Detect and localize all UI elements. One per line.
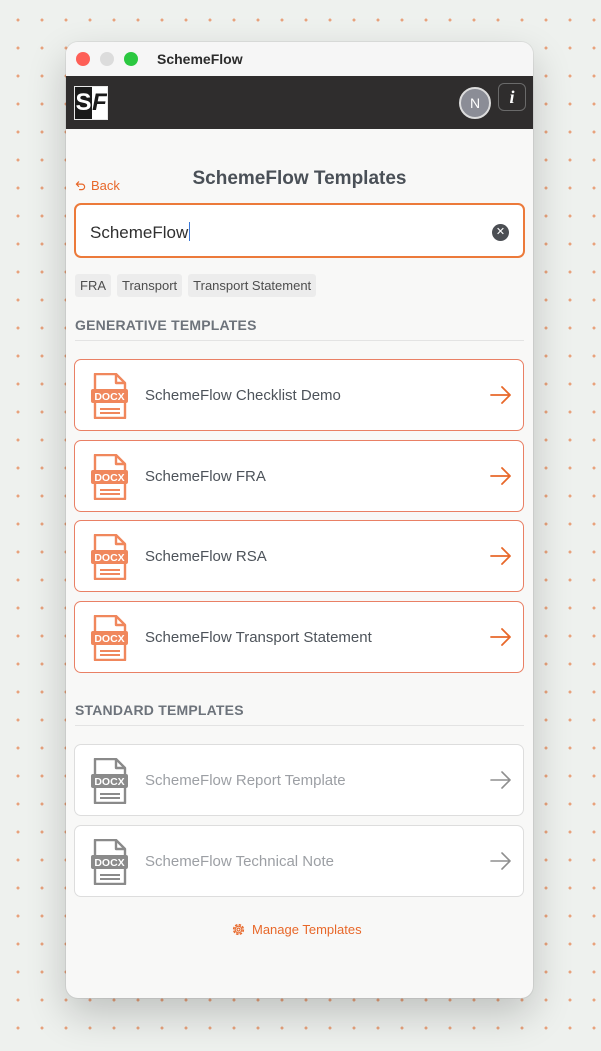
- docx-file-icon: DOCX: [91, 615, 128, 661]
- search-input[interactable]: SchemeFlow ✕: [74, 203, 525, 258]
- arrow-right-icon: [490, 628, 511, 646]
- arrow-right-icon: [490, 771, 511, 789]
- filter-chip-fra[interactable]: FRA: [75, 274, 111, 297]
- template-card[interactable]: DOCX SchemeFlow RSA: [74, 520, 524, 592]
- text-caret: [189, 222, 191, 241]
- generative-templates-heading: GENERATIVE TEMPLATES: [75, 317, 524, 341]
- window-title: SchemeFlow: [157, 51, 243, 67]
- standard-templates-heading: STANDARD TEMPLATES: [75, 702, 524, 726]
- docx-file-icon: DOCX: [91, 758, 128, 804]
- manage-templates-label: Manage Templates: [252, 922, 362, 937]
- template-name: SchemeFlow RSA: [145, 548, 267, 565]
- svg-text:DOCX: DOCX: [94, 472, 124, 484]
- search-value: SchemeFlow: [90, 222, 191, 242]
- user-avatar[interactable]: N: [459, 87, 491, 119]
- svg-text:DOCX: DOCX: [94, 857, 124, 869]
- page-title: SchemeFlow Templates: [192, 168, 407, 189]
- template-name: SchemeFlow FRA: [145, 468, 266, 485]
- filter-chips: FRA Transport Transport Statement: [75, 274, 317, 297]
- arrow-right-icon: [490, 852, 511, 870]
- schemeflow-logo[interactable]: S F: [74, 86, 108, 120]
- zoom-window-button[interactable]: [124, 52, 138, 66]
- docx-file-icon: DOCX: [91, 839, 128, 885]
- template-name: SchemeFlow Technical Note: [145, 853, 334, 870]
- docx-file-icon: DOCX: [91, 454, 128, 500]
- filter-chip-transport-statement[interactable]: Transport Statement: [188, 274, 317, 297]
- arrow-right-icon: [490, 386, 511, 404]
- app-header: S F N i: [66, 76, 533, 129]
- template-card[interactable]: DOCX SchemeFlow Transport Statement: [74, 601, 524, 673]
- template-name: SchemeFlow Transport Statement: [145, 629, 372, 646]
- info-button[interactable]: i: [498, 83, 526, 111]
- title-bar: SchemeFlow: [66, 42, 533, 76]
- clear-search-icon[interactable]: ✕: [492, 224, 509, 241]
- svg-text:DOCX: DOCX: [94, 776, 124, 788]
- logo-letter-s: S: [75, 87, 92, 119]
- filter-chip-transport[interactable]: Transport: [117, 274, 183, 297]
- svg-text:DOCX: DOCX: [94, 633, 124, 645]
- arrow-right-icon: [490, 547, 511, 565]
- minimize-window-button[interactable]: [100, 52, 114, 66]
- svg-text:DOCX: DOCX: [94, 552, 124, 564]
- docx-file-icon: DOCX: [91, 534, 128, 580]
- app-window: SchemeFlow S F N i Back SchemeFlow Templ…: [66, 42, 533, 998]
- template-name: SchemeFlow Checklist Demo: [145, 387, 341, 404]
- docx-file-icon: DOCX: [91, 373, 128, 419]
- logo-letter-f: F: [92, 87, 107, 119]
- template-name: SchemeFlow Report Template: [145, 772, 346, 789]
- gear-icon: [232, 923, 245, 936]
- template-card[interactable]: DOCX SchemeFlow Report Template: [74, 744, 524, 816]
- template-card[interactable]: DOCX SchemeFlow Checklist Demo: [74, 359, 524, 431]
- svg-text:DOCX: DOCX: [94, 391, 124, 403]
- manage-templates-link[interactable]: Manage Templates: [231, 922, 362, 937]
- arrow-right-icon: [490, 467, 511, 485]
- template-card[interactable]: DOCX SchemeFlow Technical Note: [74, 825, 524, 897]
- close-window-button[interactable]: [76, 52, 90, 66]
- template-card[interactable]: DOCX SchemeFlow FRA: [74, 440, 524, 512]
